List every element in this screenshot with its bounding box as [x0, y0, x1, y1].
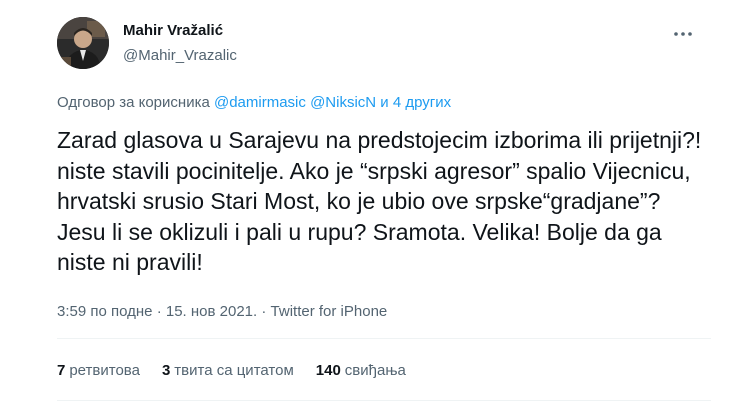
- likes-label: свиђања: [344, 362, 406, 379]
- tweet-time[interactable]: 3:59 по подне: [57, 303, 153, 320]
- more-horizontal-icon: [674, 32, 692, 36]
- mention-link[interactable]: @damirmasic: [214, 94, 306, 111]
- others-link[interactable]: и 4 других: [380, 94, 451, 111]
- author-handle[interactable]: @Mahir_Vrazalic: [123, 47, 237, 64]
- reply-context: Одговор за корисника @damirmasic @Niksic…: [57, 94, 451, 111]
- mention-link[interactable]: @NiksicN: [310, 94, 376, 111]
- meta-separator: ·: [261, 303, 267, 320]
- avatar-photo: [57, 17, 109, 69]
- tweet: Mahir Vražalić @Mahir_Vrazalic Одговор з…: [0, 0, 743, 405]
- tweet-source[interactable]: Twitter for iPhone: [271, 303, 388, 320]
- tweet-text: Zarad glasova u Sarajevu na predstojecim…: [57, 127, 702, 275]
- retweets-label: ретвитова: [69, 362, 140, 379]
- retweets-stat[interactable]: 7 ретвитова: [57, 362, 140, 379]
- avatar[interactable]: [57, 17, 109, 69]
- retweets-count: 7: [57, 362, 66, 379]
- quotes-label: твита са цитатом: [174, 362, 294, 379]
- quotes-stat[interactable]: 3 твита са цитатом: [162, 362, 294, 379]
- quotes-count: 3: [161, 362, 171, 379]
- likes-count: 140: [315, 362, 341, 379]
- tweet-date[interactable]: 15. нов 2021.: [166, 303, 257, 320]
- meta-separator: ·: [156, 303, 162, 320]
- reply-prefix: Одговор за корисника: [57, 94, 210, 111]
- more-button[interactable]: [672, 26, 694, 42]
- author-name[interactable]: Mahir Vražalić: [123, 22, 223, 39]
- tweet-meta: 3:59 по подне · 15. нов 2021. · Twitter …: [57, 303, 387, 320]
- tweet-stats: 7 ретвитова 3 твита са цитатом 140 свиђања: [57, 362, 428, 379]
- divider: [57, 338, 711, 339]
- divider: [57, 400, 711, 401]
- likes-stat[interactable]: 140 свиђања: [316, 362, 406, 379]
